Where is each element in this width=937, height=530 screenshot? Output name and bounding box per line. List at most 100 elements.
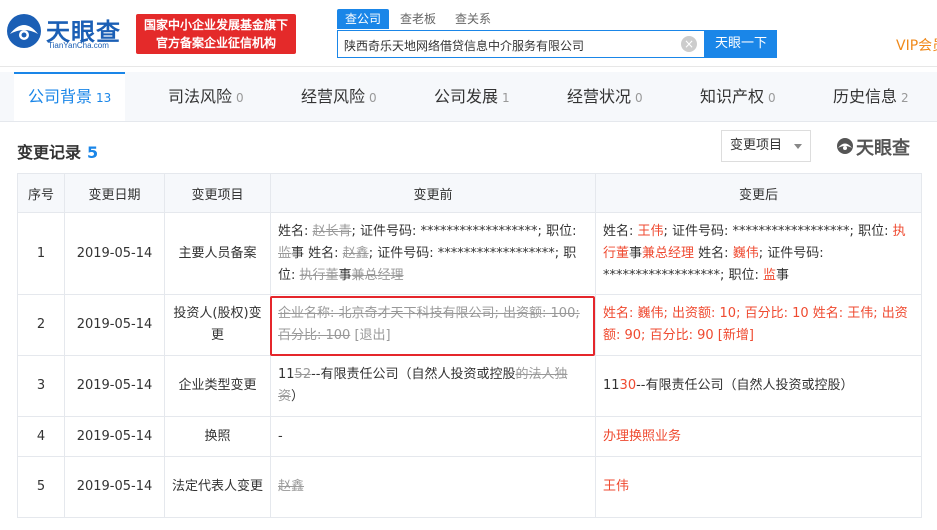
text-segment: 事 [629, 245, 643, 261]
row-date-cell: 2019-05-14 [64, 416, 165, 457]
search-box: × [337, 30, 705, 58]
row-item-cell: 法定代表人变更 [164, 456, 271, 518]
text-segment: 监 [278, 245, 292, 261]
text-segment: ; 证件号码: ******************; 职位: [663, 223, 893, 239]
text-segment: 事 [338, 267, 352, 283]
row-before-cell: 企业名称: 北京奇才天下科技有限公司; 出资额: 100; 百分比: 100 [… [270, 294, 596, 356]
row-before-cell: 1152--有限责任公司（自然人投资或控股的法人独资） [270, 355, 596, 417]
tab-company-background[interactable]: 公司背景 13 [14, 72, 126, 121]
row-item-cell: 主要人员备案 [164, 212, 271, 295]
vip-link[interactable]: VIP会员 [896, 35, 937, 55]
row-after-cell: 办理换照业务 [595, 416, 922, 457]
text-segment: 赵鑫 [278, 479, 305, 494]
logo-eye-icon [7, 14, 41, 48]
tab-label: 经营风险 [301, 87, 366, 106]
logo-domain: TianYanCha.com [48, 41, 109, 50]
text-segment: --有限责任公司（自然人投资或控股 [311, 367, 516, 382]
text-segment: ; 证件号码: ******************; 职位: [351, 223, 577, 239]
table-row: 3 2019-05-14 企业类型变更 1152--有限责任公司（自然人投资或控股的法… [17, 355, 922, 417]
text-segment: 事 姓名: [291, 245, 343, 261]
row-before-cell: 姓名: 赵长青; 证件号码: ******************; 职位: 监… [270, 212, 596, 295]
search-input[interactable] [344, 35, 674, 55]
row-no-cell: 1 [17, 212, 65, 295]
text-segment: 监 [763, 267, 777, 283]
row-no-cell: 5 [17, 456, 65, 518]
text-segment: 姓名: [603, 223, 638, 239]
row-date-cell: 2019-05-14 [64, 456, 165, 518]
text-segment: 11 [603, 378, 620, 393]
text-segment: 姓名: 巍伟; 出资额: 10; 百分比: 10 姓名: 王伟; 出资额: 90… [603, 306, 908, 343]
tab-company-development[interactable]: 公司发展 1 [434, 72, 510, 121]
row-after-cell: 姓名: 巍伟; 出资额: 10; 百分比: 10 姓名: 王伟; 出资额: 90… [595, 294, 922, 356]
tab-label: 公司背景 [28, 87, 93, 106]
row-no-cell: 3 [17, 355, 65, 417]
text-segment: 王伟 [637, 223, 664, 239]
row-after-cell: 姓名: 王伟; 证件号码: ******************; 职位: 执行… [595, 212, 922, 295]
tab-operating-status[interactable]: 经营状况 0 [567, 72, 643, 121]
text-segment: 赵鑫 [342, 245, 369, 261]
header-after: 变更后 [595, 173, 922, 213]
text-segment: - [278, 428, 283, 444]
watermark-text: 天眼查 [856, 138, 910, 159]
change-item-filter[interactable]: 变更项目 [721, 130, 811, 162]
row-date-cell: 2019-05-14 [64, 294, 165, 356]
tianyancha-watermark: 天眼查 [836, 134, 921, 160]
section-title: 变更记录 5 [17, 139, 98, 163]
table-row: 2 2019-05-14 投资人(股权)变更 企业名称: 北京奇才天下科技有限公司; … [17, 294, 922, 356]
tab-count: 0 [768, 91, 776, 105]
tab-count: 0 [635, 91, 643, 105]
tab-intellectual-property[interactable]: 知识产权 0 [700, 72, 776, 121]
table-body: 1 2019-05-14 主要人员备案 姓名: 赵长青; 证件号码: ********… [17, 212, 922, 518]
text-segment: 兼总经理 [351, 267, 404, 283]
row-after-cell: 王伟 [595, 456, 922, 518]
tab-operating-risk[interactable]: 经营风险 0 [301, 72, 377, 121]
search-button[interactable]: 天眼一下 [705, 30, 777, 58]
table-row: 1 2019-05-14 主要人员备案 姓名: 赵长青; 证件号码: ********… [17, 212, 922, 295]
text-segment: 企业名称: 北京奇才天下科技有限公司; 出资额: 100; 百分比: 100 [278, 306, 580, 343]
badge-line-2: 官方备案企业征信机构 [155, 36, 276, 50]
text-segment: 姓名: [694, 245, 733, 261]
filter-label: 变更项目 [730, 138, 783, 153]
tab-label: 知识产权 [700, 87, 765, 106]
header-no: 序号 [17, 173, 65, 213]
caret-down-icon [794, 144, 802, 149]
search-tab-boss[interactable]: 查老板 [400, 9, 436, 29]
row-date-cell: 2019-05-14 [64, 355, 165, 417]
tab-count: 0 [236, 91, 244, 105]
header-before: 变更前 [270, 173, 596, 213]
text-segment: 事 [776, 267, 790, 283]
change-records-table: 序号 变更日期 变更项目 变更前 变更后 1 2019-05-14 主要人员备案 姓名… [17, 173, 922, 518]
text-segment: 姓名: [278, 223, 313, 239]
row-before-cell: 赵鑫 [270, 456, 596, 518]
text-segment: 赵长青 [312, 223, 352, 239]
row-before-cell: - [270, 416, 596, 457]
search-tab-relation[interactable]: 查关系 [455, 9, 491, 29]
badge-line-1: 国家中小企业发展基金旗下 [143, 18, 288, 32]
text-segment: 兼总经理 [642, 245, 695, 261]
text-segment: 办理换照业务 [603, 428, 682, 444]
text-segment: [退出] [350, 328, 391, 343]
tab-legal-risk[interactable]: 司法风险 0 [168, 72, 244, 121]
tab-count: 1 [502, 91, 510, 105]
section-count: 5 [87, 143, 99, 162]
text-segment: --有限责任公司（自然人投资或控股） [636, 378, 854, 393]
search-tab-company[interactable]: 查公司 [337, 9, 390, 29]
tab-label: 历史信息 [833, 87, 898, 106]
top-header: 天眼查 TianYanCha.com 国家中小企业发展基金旗下 官方备案企业征信… [0, 0, 937, 66]
tab-count: 13 [96, 91, 112, 105]
row-date-cell: 2019-05-14 [64, 212, 165, 295]
tianyancha-logo[interactable]: 天眼查 TianYanCha.com [4, 10, 129, 54]
tab-history[interactable]: 历史信息 2 [833, 72, 909, 121]
row-no-cell: 2 [17, 294, 65, 356]
tab-label: 经营状况 [567, 87, 632, 106]
text-segment: ） [291, 389, 305, 404]
tab-label: 公司发展 [434, 87, 499, 106]
clear-icon[interactable]: × [681, 36, 697, 52]
header-divider [0, 66, 937, 67]
tab-count: 0 [369, 91, 377, 105]
text-segment: 52 [294, 367, 312, 382]
main-tabbar: 公司背景 13 司法风险 0 经营风险 0 公司发展 1 经营状况 0 知识产权 0 历史信… [0, 72, 937, 122]
section-title-text: 变更记录 [17, 143, 82, 162]
text-segment: 执行董 [299, 267, 339, 283]
table-header-row: 序号 变更日期 变更项目 变更前 变更后 [17, 173, 922, 213]
